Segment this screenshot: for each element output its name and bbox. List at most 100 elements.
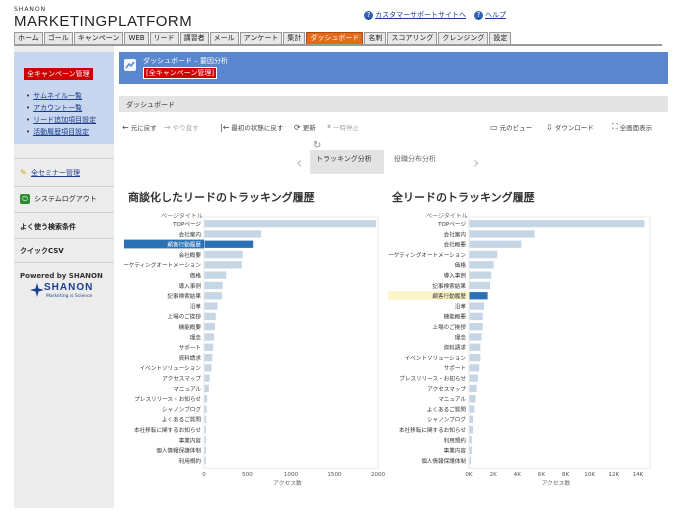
nav-tab[interactable]: 名刺: [364, 32, 387, 44]
sidebar-item-seminar[interactable]: ✎ 全セミナー管理: [20, 168, 80, 178]
category-label: 利用規約: [179, 457, 202, 465]
sidebar-link[interactable]: 活動履歴項目設定: [26, 126, 96, 138]
bar: [204, 240, 254, 248]
nav-tab[interactable]: ゴール: [43, 32, 73, 44]
sidebar: 全キャンペーン管理 サムネイル一覧アカウント一覧リード追加項目設定活動履歴項目設…: [14, 46, 114, 508]
category-label: 利用規約: [444, 436, 467, 444]
nav-tab[interactable]: ホーム: [14, 32, 43, 44]
viz-toolbar: ← 元に戻す → やり直す |← 最初の状態に戻す ⟳ 更新 ⏸ 一時停止 ▭ 元のビュー …: [122, 122, 668, 134]
bar: [469, 240, 522, 248]
bar: [204, 384, 209, 393]
category-label: 導入事例: [179, 282, 202, 290]
help-link-label: ヘルプ: [485, 11, 506, 19]
nav-tab[interactable]: 設定: [489, 32, 512, 44]
pause-button[interactable]: ⏸ 一時停止: [327, 122, 359, 132]
original-view-button[interactable]: ▭ 元のビュー: [490, 122, 533, 133]
category-label: 上場のご挨拶: [167, 313, 201, 321]
category-label: イベントソリューション: [140, 365, 202, 372]
refresh-button[interactable]: ⟳ 更新: [294, 122, 316, 133]
bar: [204, 374, 210, 382]
sidebar-item-logout[interactable]: ⏻ システムログアウト: [20, 194, 97, 204]
bar: [469, 292, 488, 300]
nav-tab[interactable]: WEB: [124, 32, 149, 44]
nav-tab[interactable]: キャンペーン: [73, 32, 124, 44]
redo-button[interactable]: → やり直す: [164, 122, 199, 133]
category-label: 本社移転に関するお知らせ: [134, 426, 201, 434]
fullscreen-icon: ⛶: [612, 122, 618, 131]
sidebar-link[interactable]: リード追加項目設定: [26, 114, 96, 126]
sidebar-divider: [14, 212, 114, 213]
category-label: 会社案内: [179, 230, 202, 238]
bar: [204, 220, 376, 228]
help-link[interactable]: ? ヘルプ: [474, 10, 506, 20]
category-label: よくあるご質問: [162, 416, 202, 424]
nav-tab[interactable]: 講習者: [179, 32, 209, 44]
tick-label: 6K: [538, 472, 546, 478]
category-label: 上場のご挨拶: [432, 323, 466, 331]
sidebar-heading[interactable]: 全キャンペーン管理: [24, 68, 93, 80]
carousel-prev-button[interactable]: ‹: [296, 153, 302, 172]
nav-tab[interactable]: スコアリング: [387, 32, 438, 44]
nav-tab[interactable]: メール: [209, 32, 239, 44]
undo-button[interactable]: ← 元に戻す: [122, 122, 157, 133]
original-view-label: 元のビュー: [499, 124, 533, 132]
bar: [469, 333, 482, 341]
nav-tab[interactable]: アンケート: [239, 32, 283, 44]
sidebar-item-search[interactable]: よく使う検索条件: [20, 222, 76, 232]
sidebar-link[interactable]: サムネイル一覧: [26, 90, 96, 102]
question-icon: ?: [474, 10, 483, 20]
fullscreen-button[interactable]: ⛶ 全画面表示: [612, 122, 652, 132]
sidebar-link-list: サムネイル一覧アカウント一覧リード追加項目設定活動履歴項目設定: [26, 90, 96, 138]
bar: [204, 343, 214, 351]
chart-title-left: 商談化したリードのトラッキング履歴: [128, 191, 315, 204]
bar: [469, 302, 484, 310]
category-label: マーケティングオートメーション: [388, 251, 466, 259]
bar: [469, 374, 478, 382]
category-label: 事業内容: [444, 447, 467, 455]
category-label: 顧客行動履歴: [432, 292, 466, 300]
category-label: 資料請求: [179, 354, 202, 362]
category-label: 個人情報保護体制: [156, 447, 201, 455]
pause-icon: ⏸: [327, 122, 331, 131]
bar: [204, 292, 222, 300]
view-icon: ▭: [490, 122, 498, 132]
category-label: シャノンブログ: [427, 416, 466, 424]
nav-tab[interactable]: 集計: [283, 32, 306, 44]
bar: [469, 405, 475, 413]
category-label: 事業内容: [179, 436, 202, 444]
category-label: 会社概要: [444, 241, 467, 249]
tab-tracking-analysis[interactable]: トラッキング分析: [310, 150, 384, 174]
category-label: マニュアル: [438, 396, 466, 403]
nav-tab[interactable]: リード: [149, 32, 179, 44]
bar: [469, 426, 474, 434]
bar: [469, 395, 476, 403]
bar: [469, 323, 483, 331]
support-link[interactable]: ? カスタマーサポートサイトへ: [364, 10, 466, 20]
category-label: 会社案内: [444, 230, 467, 238]
tick-label: 12K: [608, 472, 619, 478]
sidebar-item-quick-csv[interactable]: クイックCSV: [20, 246, 64, 256]
logo-tagline: Marketing is Science: [46, 294, 93, 299]
category-label: 本社移転に関するお知らせ: [399, 426, 466, 434]
download-button[interactable]: ⇩ ダウンロード: [546, 122, 594, 133]
brand-logo[interactable]: SHANON MARKETINGPLATFORM: [14, 7, 192, 30]
nav-tab[interactable]: クレンジング: [438, 32, 489, 44]
nav-tab[interactable]: ダッシュボード: [306, 32, 364, 44]
category-label: 理念: [455, 333, 467, 341]
bar: [204, 302, 218, 310]
bar: [469, 446, 472, 454]
carousel-next-button[interactable]: ›: [473, 153, 479, 172]
tab-position-distribution[interactable]: 役職分布分析: [388, 150, 468, 174]
category-label: サポート: [179, 344, 201, 352]
refresh-icon: ⟳: [294, 122, 301, 132]
category-label: TOPページ: [172, 221, 201, 228]
bar: [204, 261, 242, 269]
breadcrumb: ダッシュボード – 要因分析: [143, 57, 228, 65]
bar: [204, 405, 207, 413]
sidebar-link[interactable]: アカウント一覧: [26, 102, 96, 114]
category-label: マーケティングオートメーション: [124, 261, 201, 269]
bar: [469, 261, 494, 269]
category-label: アクセスマップ: [427, 386, 466, 393]
top-links: ? カスタマーサポートサイトへ ? ヘルプ: [364, 10, 506, 20]
revert-button[interactable]: |← 最初の状態に戻す: [220, 122, 283, 133]
